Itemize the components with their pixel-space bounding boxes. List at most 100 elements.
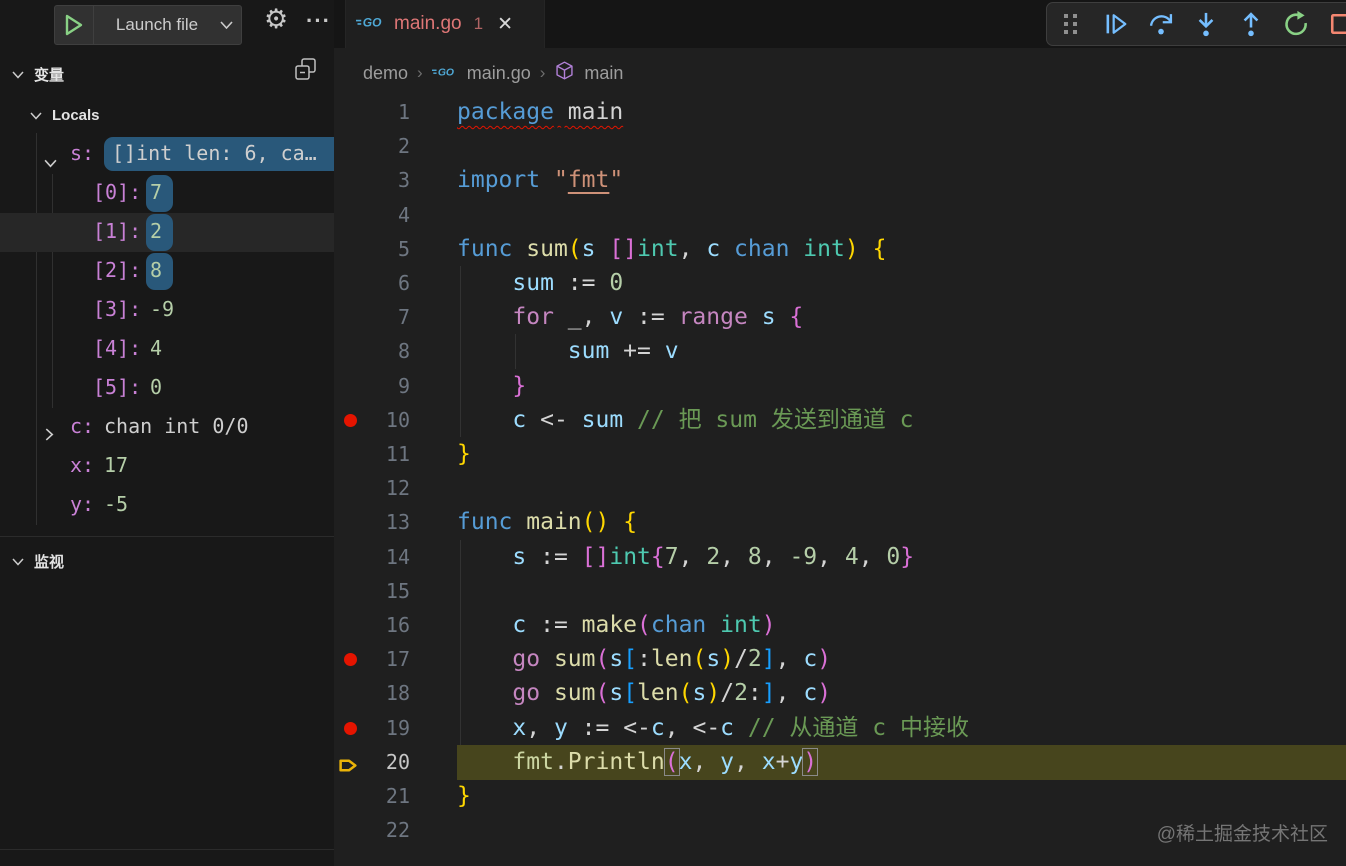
chevron-right-icon[interactable]	[44, 422, 54, 446]
variable-row-s[interactable]: s: []int len: 6, ca…	[0, 135, 334, 174]
variable-row-0[interactable]: [0]: 7	[0, 174, 334, 213]
variable-value: -5	[104, 492, 129, 516]
variable-value: -9	[150, 297, 175, 321]
variable-name: [0]:	[93, 180, 142, 204]
variable-row-3[interactable]: [3]: -9	[0, 291, 334, 330]
code-line-16[interactable]: 16 c := make(chan int)	[334, 608, 1346, 643]
code-line-19[interactable]: 19 x, y := <-c, <-c // 从通道 c 中接收	[334, 711, 1346, 746]
code-line-17[interactable]: 17 go sum(s[:len(s)/2], c)	[334, 642, 1346, 677]
variable-name: [4]:	[93, 336, 142, 360]
more-actions-icon[interactable]: ···	[306, 8, 331, 34]
code-line-2[interactable]: 2	[334, 129, 1346, 164]
variable-name: [3]:	[93, 297, 142, 321]
line-number[interactable]: 22	[334, 813, 410, 848]
callstack-section-label: 调用堆栈	[34, 863, 94, 866]
gear-icon[interactable]: ⚙	[264, 4, 288, 35]
line-number[interactable]: 16	[334, 608, 410, 643]
code-line-1[interactable]: 1 package main	[334, 95, 1346, 130]
code-editor[interactable]: 1 package main 2 3 import "fmt" 4 5 func sum(s …	[334, 0, 1346, 866]
code-text: c <- sum // 把 sum 发送到通道 c	[512, 406, 914, 433]
chevron-down-icon	[12, 557, 24, 566]
line-number[interactable]: 11	[334, 437, 410, 472]
variable-value: 7	[150, 180, 163, 204]
debug-sidebar: Launch file ⚙ ··· 变量 Locals s: []int len…	[0, 0, 335, 866]
code-line-11[interactable]: 11}	[334, 437, 1346, 472]
line-number[interactable]: 9	[334, 369, 410, 404]
variable-row-5[interactable]: [5]: 0	[0, 369, 334, 408]
line-number[interactable]: 3	[334, 163, 410, 198]
code-line-20[interactable]: 20 fmt.Println(x, y, x+y)	[334, 744, 1346, 780]
section-divider	[0, 536, 334, 537]
code-text: fmt.Println(x, y, x+y)	[512, 748, 818, 775]
code-text: func sum(s []int, c chan int) {	[457, 235, 887, 262]
section-divider	[0, 849, 334, 850]
variable-row-c[interactable]: c: chan int 0/0	[0, 408, 334, 447]
variable-name: x:	[70, 453, 95, 477]
code-line-8[interactable]: 8 sum += v	[334, 334, 1346, 369]
code-line-4[interactable]: 4	[334, 198, 1346, 233]
code-text: go sum(s[len(s)/2:], c)	[512, 680, 832, 707]
variables-section-header[interactable]: 变量	[0, 57, 334, 91]
line-number[interactable]: 5	[334, 232, 410, 267]
line-number[interactable]: 13	[334, 505, 410, 540]
callstack-section-header[interactable]: 调用堆栈	[0, 856, 334, 866]
variable-row-x[interactable]: x: 17	[0, 447, 334, 486]
variable-row-4[interactable]: [4]: 4	[0, 330, 334, 369]
line-number[interactable]: 20	[334, 745, 410, 780]
code-line-18[interactable]: 18 go sum(s[len(s)/2:], c)	[334, 676, 1346, 711]
code-line-14[interactable]: 14 s := []int{7, 2, 8, -9, 4, 0}	[334, 540, 1346, 575]
locals-scope-header[interactable]: Locals	[0, 98, 334, 132]
code-text: import "fmt"	[457, 167, 624, 194]
line-number[interactable]: 7	[334, 300, 410, 335]
code-text: sum += v	[567, 338, 679, 365]
line-number[interactable]: 15	[334, 574, 410, 609]
code-line-6[interactable]: 6 sum := 0	[334, 266, 1346, 301]
variable-row-2[interactable]: [2]: 8	[0, 252, 334, 291]
variable-name: y:	[70, 492, 95, 516]
launch-config-button[interactable]: Launch file	[54, 5, 242, 45]
variable-value: 2	[150, 219, 163, 243]
watch-section-header[interactable]: 监视	[0, 544, 334, 578]
code-line-5[interactable]: 5 func sum(s []int, c chan int) {	[334, 232, 1346, 267]
code-line-10[interactable]: 10 c <- sum // 把 sum 发送到通道 c	[334, 403, 1346, 438]
line-number[interactable]: 21	[334, 779, 410, 814]
line-number[interactable]: 1	[334, 95, 410, 130]
start-debug-icon[interactable]	[55, 6, 94, 44]
editor-area: GO main.go 1 ✕ demo › GO main.go › main …	[334, 0, 1346, 866]
line-number[interactable]: 14	[334, 540, 410, 575]
code-line-12[interactable]: 12	[334, 471, 1346, 506]
line-number[interactable]: 12	[334, 471, 410, 506]
line-number[interactable]: 19	[334, 711, 410, 746]
line-number[interactable]: 8	[334, 334, 410, 369]
variables-tree: s: []int len: 6, ca… [0]: 7 [1]: 2 [2]: 8 [3]: -9…	[0, 135, 334, 525]
line-number[interactable]: 2	[334, 129, 410, 164]
watch-section-label: 监视	[34, 553, 65, 571]
locals-scope-label: Locals	[52, 106, 100, 124]
variable-value: 17	[104, 453, 129, 477]
chevron-down-icon[interactable]	[44, 149, 57, 173]
code-text: for _, v := range s {	[512, 304, 804, 331]
line-number[interactable]: 18	[334, 676, 410, 711]
code-text: package main	[457, 99, 624, 125]
variable-row-y[interactable]: y: -5	[0, 486, 334, 525]
vscode-debug-window: Launch file ⚙ ··· 变量 Locals s: []int len…	[0, 0, 1346, 866]
variable-name: s:	[70, 141, 95, 165]
line-number[interactable]: 17	[334, 642, 410, 677]
code-text: }	[457, 783, 471, 809]
code-line-9[interactable]: 9 }	[334, 369, 1346, 404]
variables-section-label: 变量	[34, 66, 65, 84]
code-line-21[interactable]: 21}	[334, 779, 1346, 814]
code-line-13[interactable]: 13 func main() {	[334, 505, 1346, 540]
code-line-3[interactable]: 3 import "fmt"	[334, 163, 1346, 198]
code-text: x, y := <-c, <-c // 从通道 c 中接收	[512, 714, 969, 741]
collapse-all-icon[interactable]	[292, 56, 320, 89]
line-number[interactable]: 6	[334, 266, 410, 301]
code-text: c := make(chan int)	[512, 612, 776, 638]
variable-value: 0	[150, 375, 163, 399]
line-number[interactable]: 10	[334, 403, 410, 438]
code-text: }	[457, 441, 471, 467]
code-line-7[interactable]: 7 for _, v := range s {	[334, 300, 1346, 335]
code-line-15[interactable]: 15	[334, 574, 1346, 609]
line-number[interactable]: 4	[334, 198, 410, 233]
variable-row-1[interactable]: [1]: 2	[0, 213, 334, 252]
